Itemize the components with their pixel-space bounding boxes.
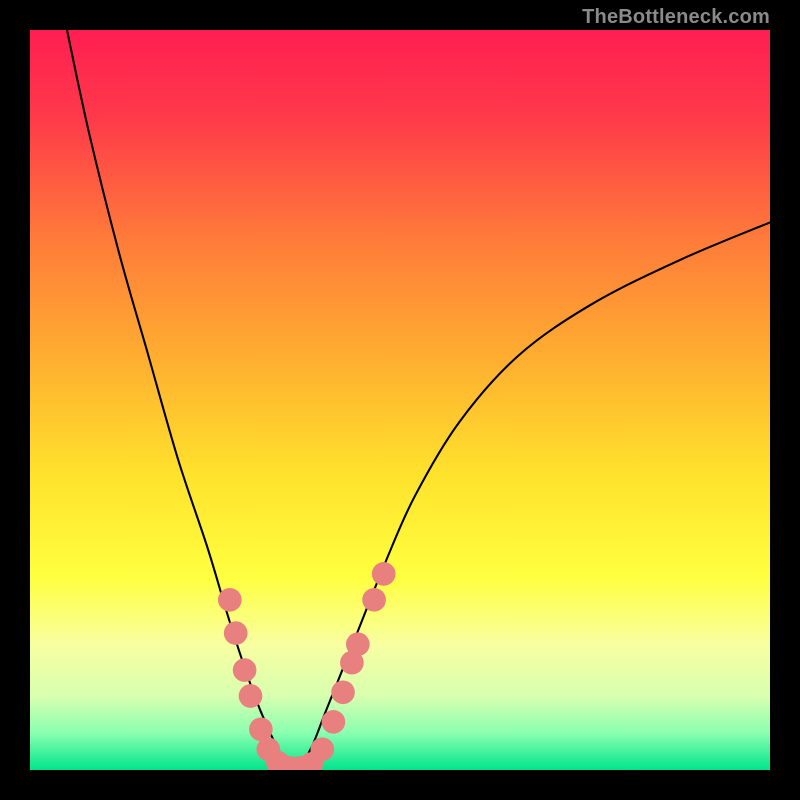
highlight-dot [372, 562, 396, 586]
chart-frame: TheBottleneck.com [0, 0, 800, 800]
plot-area [30, 30, 770, 770]
watermark-text: TheBottleneck.com [582, 6, 770, 29]
highlight-dots [218, 562, 396, 770]
highlight-dot [346, 632, 370, 656]
highlight-dot [233, 658, 257, 682]
highlight-dot [322, 710, 346, 734]
bottleneck-curve [67, 30, 770, 770]
chart-svg [30, 30, 770, 770]
highlight-dot [218, 588, 242, 612]
highlight-dot [331, 680, 355, 704]
highlight-dot [362, 588, 386, 612]
highlight-dot [239, 684, 263, 708]
highlight-dot [224, 621, 248, 645]
highlight-dot [310, 737, 334, 761]
